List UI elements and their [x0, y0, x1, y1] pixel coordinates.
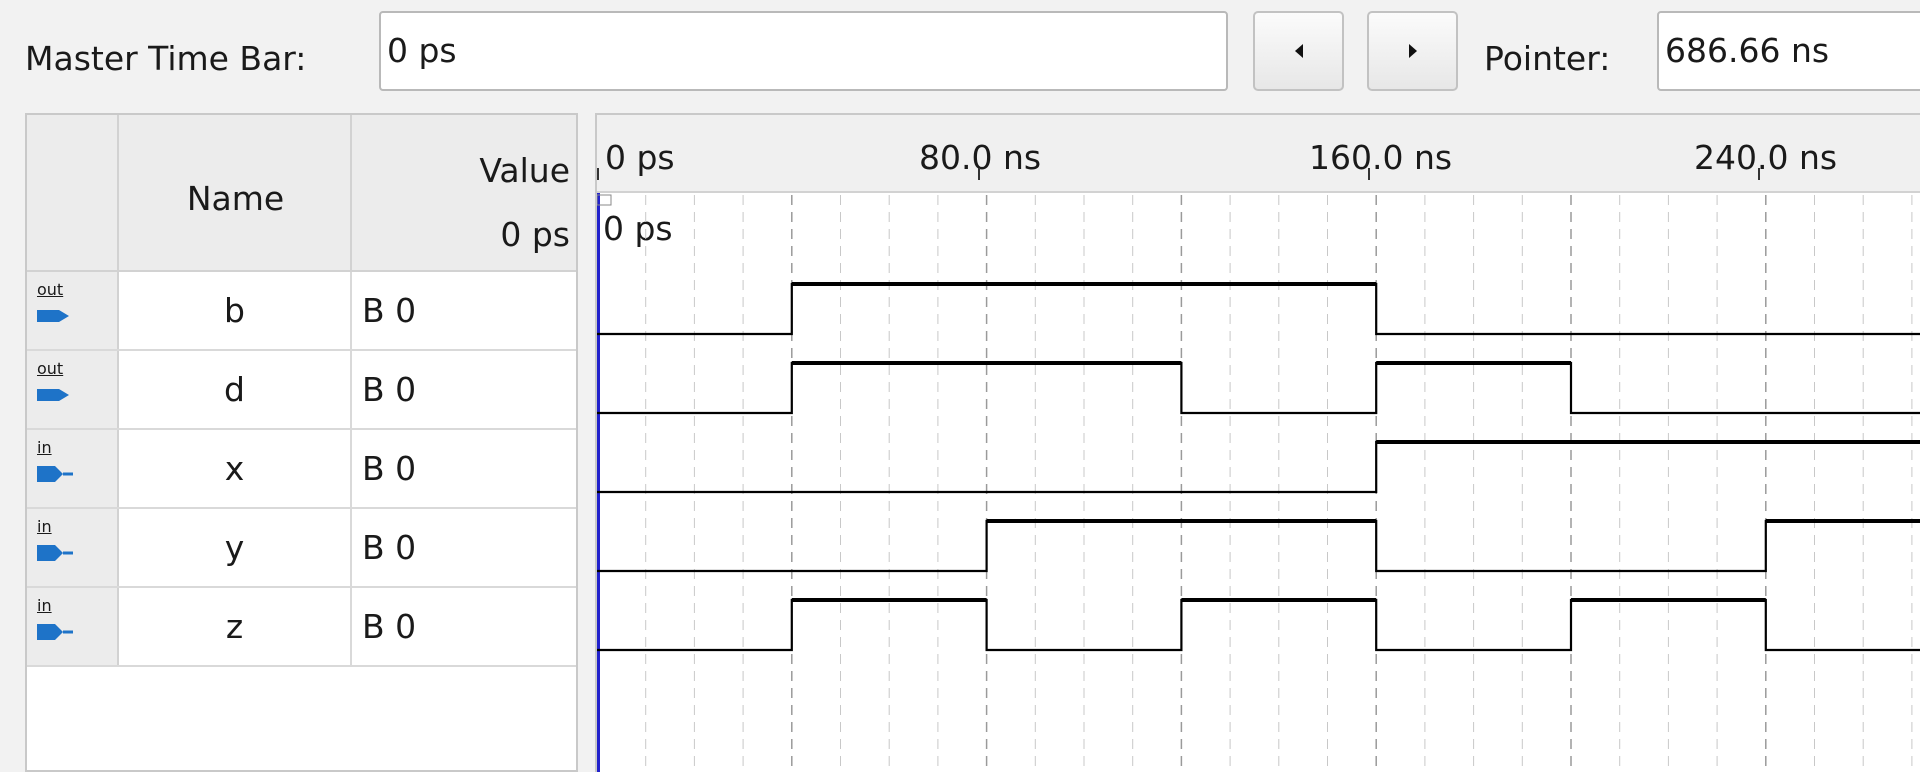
waveform-b[interactable]: [597, 282, 1920, 336]
signal-value: B 0: [362, 607, 417, 646]
signal-table: Name Value 0 ps out b B 0 out d B 0 in x B 0 in y B…: [25, 113, 578, 772]
signal-value: B 0: [362, 449, 417, 488]
pointer-field[interactable]: 686.66 ns: [1657, 11, 1920, 91]
header-value-time: 0 ps: [500, 215, 570, 254]
pin-direction-label: in: [37, 438, 52, 457]
signal-name: b: [119, 272, 352, 349]
input-pin-icon: in: [27, 588, 119, 665]
master-time-bar-field[interactable]: 0 ps: [379, 11, 1228, 91]
header-name[interactable]: Name: [119, 115, 352, 272]
header-value-label: Value: [479, 151, 570, 190]
waveform-editor: Master Time Bar: 0 ps Pointer: 686.66 ns…: [0, 0, 1920, 772]
signal-row-2[interactable]: in x B 0: [27, 430, 576, 509]
output-pin-icon: out: [27, 351, 119, 428]
master-time-bar-label: Master Time Bar:: [25, 39, 307, 78]
next-transition-button[interactable]: [1367, 11, 1458, 91]
waveform-y[interactable]: [597, 519, 1920, 573]
triangle-left-icon: [1294, 44, 1303, 58]
signal-value: B 0: [362, 291, 417, 330]
signal-name: z: [119, 588, 352, 665]
triangle-right-icon: [1408, 44, 1417, 58]
signal-row-4[interactable]: in z B 0: [27, 588, 576, 667]
pin-direction-label: in: [37, 517, 52, 536]
pin-arrow-shape: [37, 389, 69, 401]
signal-row-3[interactable]: in y B 0: [27, 509, 576, 588]
pointer-label: Pointer:: [1484, 39, 1611, 78]
waveform-canvas[interactable]: [597, 115, 1920, 772]
signal-name: y: [119, 509, 352, 586]
signal-value: B 0: [362, 370, 417, 409]
pin-direction-label: out: [37, 359, 64, 378]
pin-direction-label: in: [37, 596, 52, 615]
pin-arrow-shape: [37, 624, 73, 640]
header-icon-column: [27, 115, 119, 272]
signal-name: d: [119, 351, 352, 428]
output-pin-icon: out: [27, 272, 119, 349]
pin-arrow-shape: [37, 310, 69, 322]
header-value[interactable]: Value 0 ps: [352, 115, 576, 272]
signal-value: B 0: [362, 528, 417, 567]
previous-transition-button[interactable]: [1253, 11, 1344, 91]
waveform-panel[interactable]: 0 ps 80.0 ns 160.0 ns 240.0 ns 0 ps: [595, 113, 1920, 772]
waveform-x[interactable]: [597, 440, 1920, 494]
pin-arrow-shape: [37, 545, 73, 561]
signal-row-0[interactable]: out b B 0: [27, 272, 576, 351]
header-name-label: Name: [186, 179, 285, 218]
signal-row-1[interactable]: out d B 0: [27, 351, 576, 430]
input-pin-icon: in: [27, 509, 119, 586]
pin-arrow-shape: [37, 466, 73, 482]
waveform-z[interactable]: [597, 598, 1920, 652]
signal-name: x: [119, 430, 352, 507]
input-pin-icon: in: [27, 430, 119, 507]
waveform-d[interactable]: [597, 361, 1920, 415]
pin-direction-label: out: [37, 280, 64, 299]
